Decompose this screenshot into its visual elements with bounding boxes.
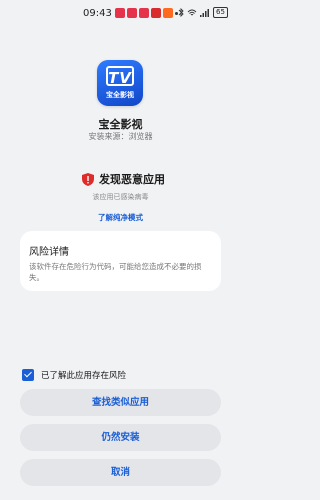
cancel-button[interactable]: 取消: [20, 459, 221, 486]
shield-warning-icon: [82, 172, 94, 186]
app-notification-icon: [151, 8, 161, 18]
bluetooth-icon: [178, 8, 184, 17]
risk-consent-label: 已了解此应用存在风险: [41, 371, 127, 381]
app-icon-letters: TV: [108, 69, 132, 87]
pure-mode-link[interactable]: 了解纯净模式: [0, 212, 241, 223]
install-source: 安装来源：浏览器: [88, 132, 153, 141]
risk-consent-checkbox[interactable]: [22, 369, 34, 381]
app-name: 宝全影视: [98, 118, 143, 131]
app-notification-icon: [139, 8, 149, 18]
risk-details-card: 风险详情 该软件存在危险行为代码，可能给您造成不必要的损失。: [20, 231, 221, 291]
app-notification-icon: [115, 8, 125, 18]
risk-title: 风险详情: [29, 247, 69, 258]
warning-title: 发现恶意应用: [99, 173, 165, 186]
install-anyway-button[interactable]: 仍然安装: [20, 424, 221, 451]
app-icon-caption: 宝全影视: [106, 91, 134, 99]
status-bar: 09:43 65: [0, 0, 241, 26]
app-icon: TV 宝全影视: [97, 60, 143, 106]
warning-header: 发现恶意应用: [82, 171, 165, 187]
status-time: 09:43: [83, 8, 112, 19]
wifi-icon: [187, 9, 197, 15]
find-similar-button[interactable]: 查找类似应用: [20, 389, 221, 416]
risk-description: 该软件存在危险行为代码，可能给您造成不必要的损失。: [29, 262, 202, 282]
warning-subtitle: 该应用已感染病毒: [92, 193, 149, 201]
risk-consent-row[interactable]: 已了解此应用存在风险: [22, 369, 126, 381]
app-notification-icon: [163, 8, 173, 18]
system-icons: 65: [178, 7, 228, 18]
battery-icon: 65: [213, 7, 228, 18]
signal-icon: [200, 8, 209, 17]
notification-icons: [115, 8, 178, 18]
app-notification-icon: [127, 8, 137, 18]
